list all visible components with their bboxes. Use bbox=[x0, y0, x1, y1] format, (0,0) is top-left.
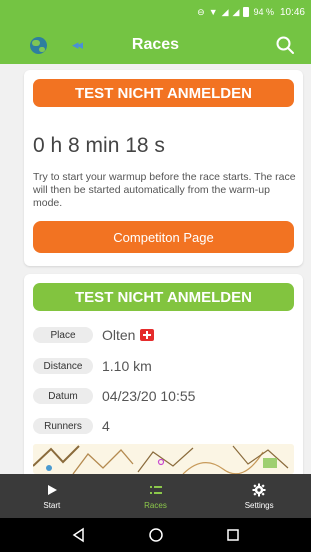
back-icon[interactable] bbox=[71, 527, 87, 543]
nav-item-start[interactable]: Start bbox=[0, 474, 104, 518]
race-countdown: 0 h 8 min 18 s bbox=[33, 134, 165, 157]
page-title: Races bbox=[131, 36, 180, 53]
list-icon bbox=[149, 485, 162, 494]
gear-icon bbox=[252, 483, 266, 496]
race-card-details[interactable]: TEST NICHT ANMELDEN Place Olten Distance… bbox=[24, 274, 303, 474]
course-map-preview[interactable] bbox=[33, 444, 294, 474]
info-value: 04/23/20 10:55 bbox=[102, 388, 196, 404]
info-label: Distance bbox=[33, 358, 93, 374]
race-name-banner[interactable]: TEST NICHT ANMELDEN bbox=[33, 283, 294, 311]
info-value-wrap: Olten bbox=[102, 327, 155, 343]
info-row-runners: Runners 4 bbox=[33, 417, 110, 435]
bottom-navigation: Start Races Settings bbox=[0, 474, 311, 518]
do-not-disturb-icon: ⊖ bbox=[197, 6, 205, 17]
warmup-hint: Try to start your warmup before the race… bbox=[33, 171, 296, 209]
info-row-datum: Datum 04/23/20 10:55 bbox=[33, 387, 195, 405]
clock: 10:46 bbox=[279, 6, 305, 18]
app-bar: ◂◂ Races bbox=[0, 24, 311, 64]
info-label: Place bbox=[33, 327, 93, 343]
play-icon bbox=[47, 484, 57, 495]
info-label: Runners bbox=[33, 418, 93, 434]
wifi-icon: ▼ bbox=[208, 6, 218, 17]
signal-icon: ◢ bbox=[221, 6, 229, 17]
nav-label: Start bbox=[43, 500, 61, 510]
recents-icon[interactable] bbox=[225, 527, 241, 543]
signal-icon-2: ◢ bbox=[232, 6, 240, 17]
competition-page-button[interactable]: Competiton Page bbox=[33, 221, 294, 253]
info-value: 4 bbox=[102, 418, 110, 434]
home-icon[interactable] bbox=[148, 527, 164, 543]
race-name-banner[interactable]: TEST NICHT ANMELDEN bbox=[33, 79, 294, 107]
info-row-distance: Distance 1.10 km bbox=[33, 357, 152, 375]
nav-item-settings[interactable]: Settings bbox=[207, 474, 311, 518]
search-icon[interactable] bbox=[275, 35, 295, 55]
info-row-place: Place Olten bbox=[33, 326, 155, 344]
nav-label: Settings bbox=[244, 500, 274, 510]
system-navigation-bar bbox=[0, 518, 311, 552]
race-card-upcoming[interactable]: TEST NICHT ANMELDEN 0 h 8 min 18 s Try t… bbox=[24, 70, 303, 266]
battery-level: 94 % bbox=[253, 7, 274, 17]
battery-icon bbox=[243, 7, 250, 17]
info-value: Olten bbox=[102, 327, 136, 343]
info-value: 1.10 km bbox=[102, 358, 152, 374]
race-list[interactable]: TEST NICHT ANMELDEN 0 h 8 min 18 s Try t… bbox=[0, 64, 311, 474]
nav-item-races[interactable]: Races bbox=[104, 474, 208, 518]
swiss-flag-icon bbox=[140, 329, 155, 341]
info-label: Datum bbox=[33, 388, 93, 404]
status-bar: ⊖ ▼ ◢ ◢ 94 % 10:46 bbox=[0, 0, 311, 24]
nav-label: Races bbox=[144, 500, 167, 510]
